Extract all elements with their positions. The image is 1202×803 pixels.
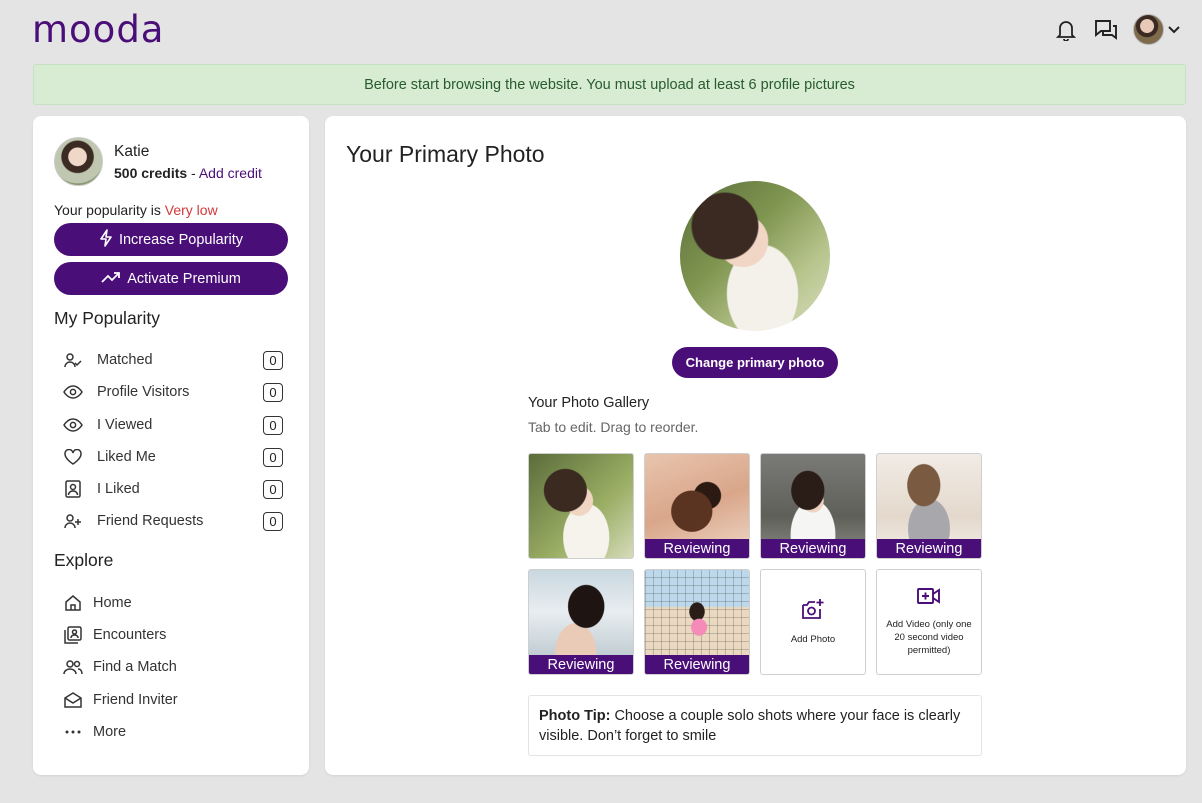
sidebar-item-home[interactable]: Home [63,591,132,615]
change-primary-photo-button[interactable]: Change primary photo [672,347,838,378]
sidebar-item-encounters[interactable]: Encounters [63,623,166,647]
tip-label: Photo Tip: [539,708,611,724]
gallery-photo[interactable] [528,453,634,559]
upload-notice-banner: Before start browsing the website. You m… [33,64,1186,105]
camera-plus-icon [801,598,825,625]
page-title: Your Primary Photo [346,141,545,167]
portrait-icon [63,479,83,499]
envelope-icon [63,690,83,710]
popularity-prefix: Your popularity is [54,202,165,218]
chevron-down-icon [1168,21,1180,39]
sidebar-item-label: Encounters [93,627,167,643]
banner-text: Before start browsing the website. You m… [364,76,855,93]
count-badge: 0 [263,479,283,499]
activate-premium-button[interactable]: Activate Premium [54,262,288,295]
sidebar-item-i-viewed[interactable]: I Viewed 0 [63,413,283,437]
eye-icon [63,415,83,435]
sidebar-item-friend-inviter[interactable]: Friend Inviter [63,688,178,712]
activate-premium-label: Activate Premium [127,270,241,287]
user-name: Katie [114,142,150,160]
primary-photo[interactable] [680,181,830,331]
account-menu[interactable] [1133,14,1180,45]
photo-gallery-grid: Reviewing Reviewing Reviewing Reviewing … [528,453,982,675]
gallery-subtitle: Tab to edit. Drag to reorder. [528,419,699,435]
sidebar-item-matched[interactable]: Matched 0 [63,348,283,372]
reviewing-badge: Reviewing [645,539,749,558]
my-popularity-title: My Popularity [54,308,161,328]
encounters-icon [63,625,83,645]
count-badge: 0 [263,350,283,370]
gallery-photo[interactable]: Reviewing [644,453,750,559]
explore-title: Explore [54,550,114,570]
increase-popularity-button[interactable]: Increase Popularity [54,223,288,256]
sidebar-item-label: I Liked [97,481,140,497]
chat-icon[interactable] [1093,17,1119,43]
count-badge: 0 [263,511,283,531]
sidebar-item-label: Home [93,595,132,611]
sidebar-item-label: More [93,724,127,740]
reviewing-badge: Reviewing [529,655,633,674]
add-video-label: Add Video (only one 20 second video perm… [886,619,972,656]
credits-value: 500 credits [114,164,188,181]
sidebar-item-more[interactable]: More [63,720,126,744]
gallery-photo[interactable]: Reviewing [644,569,750,675]
bell-icon[interactable] [1053,17,1079,43]
sidebar-item-friend-requests[interactable]: Friend Requests 0 [63,509,283,533]
popularity-value: Very low [164,202,218,218]
sidebar-item-label: Find a Match [93,659,177,675]
trending-up-icon [101,270,121,288]
gallery-photo[interactable]: Reviewing [876,453,982,559]
increase-popularity-label: Increase Popularity [118,231,244,248]
user-summary: Katie 500 credits - Add credit [54,137,262,186]
gallery-title: Your Photo Gallery [528,395,650,411]
sidebar-item-liked-me[interactable]: Liked Me 0 [63,445,283,469]
header-actions [1053,14,1180,45]
add-photo-button[interactable]: Add Photo [760,569,866,675]
reviewing-badge: Reviewing [645,655,749,674]
avatar[interactable] [54,137,103,186]
add-video-button[interactable]: Add Video (only one 20 second video perm… [876,569,982,675]
home-icon [63,593,83,613]
credits-line: 500 credits - Add credit [114,165,262,181]
eye-icon [63,382,83,402]
video-plus-icon [917,587,941,610]
sidebar-item-label: Friend Requests [97,513,204,529]
user-plus-icon [63,511,83,531]
add-credit-link[interactable]: Add credit [199,165,262,181]
count-badge: 0 [263,415,283,435]
more-icon [63,722,83,742]
sidebar-item-label: Matched [97,352,153,368]
sidebar-item-i-liked[interactable]: I Liked 0 [63,477,283,501]
sidebar-item-profile-visitors[interactable]: Profile Visitors 0 [63,380,283,404]
users-icon [63,657,83,677]
sidebar-item-label: Friend Inviter [93,692,178,708]
sidebar: Katie 500 credits - Add credit Your popu… [33,116,309,775]
count-badge: 0 [263,447,283,467]
heart-icon [63,447,83,467]
primary-photo-panel: Your Primary Photo Change primary photo … [325,116,1186,775]
photo-tip: Photo Tip: Choose a couple solo shots wh… [528,695,982,756]
gallery-photo[interactable]: Reviewing [528,569,634,675]
count-badge: 0 [263,382,283,402]
sidebar-item-label: Profile Visitors [97,384,190,400]
add-photo-label: Add Photo [790,634,836,645]
gallery-photo[interactable]: Reviewing [760,453,866,559]
sidebar-item-label: Liked Me [97,449,156,465]
user-check-icon [63,350,83,370]
sidebar-item-label: I Viewed [97,417,153,433]
reviewing-badge: Reviewing [761,539,865,558]
reviewing-badge: Reviewing [877,539,981,558]
avatar [1133,14,1164,45]
credits-separator: - [187,164,199,181]
sidebar-item-find-a-match[interactable]: Find a Match [63,655,177,679]
lightning-icon [99,228,113,251]
popularity-status: Your popularity is Very low [54,202,218,218]
site-logo[interactable]: mooda [32,8,164,51]
